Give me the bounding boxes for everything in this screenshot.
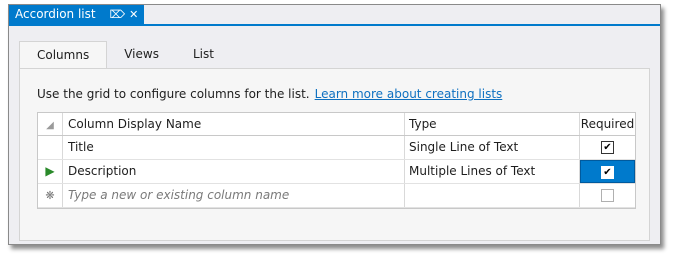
row-selector[interactable]: ▶ bbox=[38, 160, 63, 183]
row-selector[interactable]: ❋ bbox=[38, 184, 63, 207]
required-cell[interactable]: ✔ bbox=[580, 136, 635, 159]
tab-columns[interactable]: Columns bbox=[19, 41, 108, 68]
required-checkbox[interactable]: ✔ bbox=[601, 141, 614, 154]
new-row[interactable]: ❋ Type a new or existing column name bbox=[38, 184, 635, 208]
table-row[interactable]: ▶ Description Multiple Lines of Text ✔ bbox=[38, 160, 635, 184]
header-column-display-name[interactable]: Column Display Name bbox=[63, 113, 405, 135]
close-icon[interactable]: ✕ bbox=[129, 5, 138, 24]
header-type[interactable]: Type bbox=[405, 113, 580, 135]
tab-underline bbox=[9, 24, 660, 26]
designer-tabs: Columns Views List bbox=[19, 41, 231, 68]
column-name-cell[interactable]: Description bbox=[63, 160, 405, 183]
columns-grid: ◢ Column Display Name Type Required Titl… bbox=[37, 112, 636, 209]
designer-window: Accordion list ⌦ ✕ Columns Views List Us… bbox=[8, 4, 661, 245]
corner-triangle-icon: ◢ bbox=[46, 120, 54, 131]
required-cell[interactable]: ✔ bbox=[580, 160, 635, 183]
current-row-arrow-icon: ▶ bbox=[45, 164, 55, 178]
instructions: Use the grid to configure columns for th… bbox=[37, 87, 502, 101]
instructions-text: Use the grid to configure columns for th… bbox=[37, 87, 310, 101]
header-required[interactable]: Required bbox=[580, 113, 635, 135]
column-type-cell[interactable]: Multiple Lines of Text bbox=[405, 160, 580, 183]
learn-more-link[interactable]: Learn more about creating lists bbox=[315, 87, 503, 101]
column-type-cell[interactable]: Single Line of Text bbox=[405, 136, 580, 159]
table-row[interactable]: Title Single Line of Text ✔ bbox=[38, 136, 635, 160]
new-column-name-input[interactable]: Type a new or existing column name bbox=[63, 184, 405, 207]
document-tab[interactable]: Accordion list ⌦ ✕ bbox=[9, 5, 145, 24]
new-column-type-cell[interactable] bbox=[405, 184, 580, 207]
document-tab-title: Accordion list bbox=[15, 7, 96, 21]
new-row-icon: ❋ bbox=[45, 189, 55, 202]
new-required-cell[interactable] bbox=[580, 184, 635, 207]
select-all-corner[interactable]: ◢ bbox=[38, 113, 63, 135]
tab-views[interactable]: Views bbox=[107, 41, 176, 68]
required-checkbox[interactable] bbox=[601, 189, 614, 202]
columns-panel: Use the grid to configure columns for th… bbox=[19, 68, 650, 241]
pin-icon[interactable]: ⌦ bbox=[110, 5, 126, 24]
required-checkbox[interactable]: ✔ bbox=[601, 166, 614, 179]
tab-list[interactable]: List bbox=[176, 41, 231, 68]
row-selector[interactable] bbox=[38, 136, 63, 159]
grid-header: ◢ Column Display Name Type Required bbox=[38, 113, 635, 136]
column-name-cell[interactable]: Title bbox=[63, 136, 405, 159]
